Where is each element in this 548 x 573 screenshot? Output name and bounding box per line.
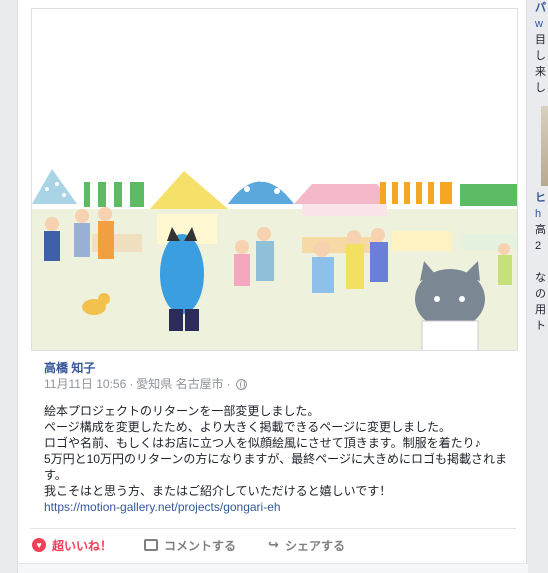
globe-icon[interactable] [235,378,247,390]
tent-green-right [460,184,517,206]
post-text-line: 絵本プロジェクトのリターンを一部変更しました。 [44,404,320,418]
post-link[interactable]: https://motion-gallery.net/projects/gong… [44,499,528,515]
sidebar-text: 高 [535,224,546,236]
author-name[interactable]: 高橋 知子 [44,360,514,376]
sidebar-text: 来 [535,66,546,78]
sidebar-text: の [535,288,546,300]
post-image[interactable] [31,8,518,351]
post-text-line: ページ構成を変更したため、より大きく掲載できるページに変更しました。 [44,420,452,434]
sidebar-text: し [535,82,546,94]
action-bar: ♥ 超いいね！ コメントする ↪ シェアする [30,532,516,558]
share-button[interactable]: ↪ シェアする [268,537,345,554]
sidebar-text: 2 [535,240,542,252]
comment-button[interactable]: コメントする [144,537,236,554]
right-sidebar: パ w 目 し 来 し ヒ h 高 2 な の 用 ト [535,0,548,573]
post-subline: 11月11日 10:56 · 愛知県 名古屋市 · [44,376,514,392]
like-label: 超いいね！ [52,538,113,553]
post-header: 高橋 知子 11月11日 10:56 · 愛知県 名古屋市 · [44,360,514,392]
gray-cat [415,261,485,350]
sidebar-text: 用 [535,304,546,316]
like-button[interactable]: ♥ 超いいね！ [32,537,112,554]
comment-icon [144,539,159,551]
post-location[interactable]: 愛知県 名古屋市 [136,376,223,392]
sidebar-text[interactable]: w [535,16,548,32]
sidebar-text[interactable]: h [535,206,548,222]
sidebar-text: な [535,272,546,284]
heart-icon: ♥ [32,538,46,552]
tent-orange-stripes [380,182,452,204]
sidebar-thumbnail[interactable] [541,106,548,186]
sidebar-text[interactable]: ヒ [535,190,548,206]
post-text-line: ロゴや名前、もしくはお店に立つ人を似顔絵風にさせて頂きます。制服を着たり♪ [44,436,481,450]
sidebar-text[interactable]: パ [535,0,548,16]
share-label: シェアする [284,538,345,553]
post-text: 絵本プロジェクトのリターンを一部変更しました。 ページ構成を変更したため、より大… [44,403,528,515]
share-icon: ↪ [268,537,279,552]
post-text-line: 我こそはと思う方、またはご紹介していただけると嬉しいです！ [44,484,392,498]
sidebar-text: ト [535,320,546,332]
post-timestamp[interactable]: 11月11日 10:56 [44,376,126,392]
post-text-line: 5万円と10万円のリターンの方になりますが、最終ページに大きめにロゴも掲載されま… [44,452,507,482]
divider [30,528,516,529]
tent-green [84,182,144,207]
comment-label: コメントする [164,538,237,553]
sidebar-text: し [535,50,546,62]
sidebar-text: 目 [535,34,546,46]
tent-pink [294,184,394,216]
post-card: 高橋 知子 11月11日 10:56 · 愛知県 名古屋市 · 絵本プロジェクト… [17,0,528,573]
comments-footer [18,563,528,573]
